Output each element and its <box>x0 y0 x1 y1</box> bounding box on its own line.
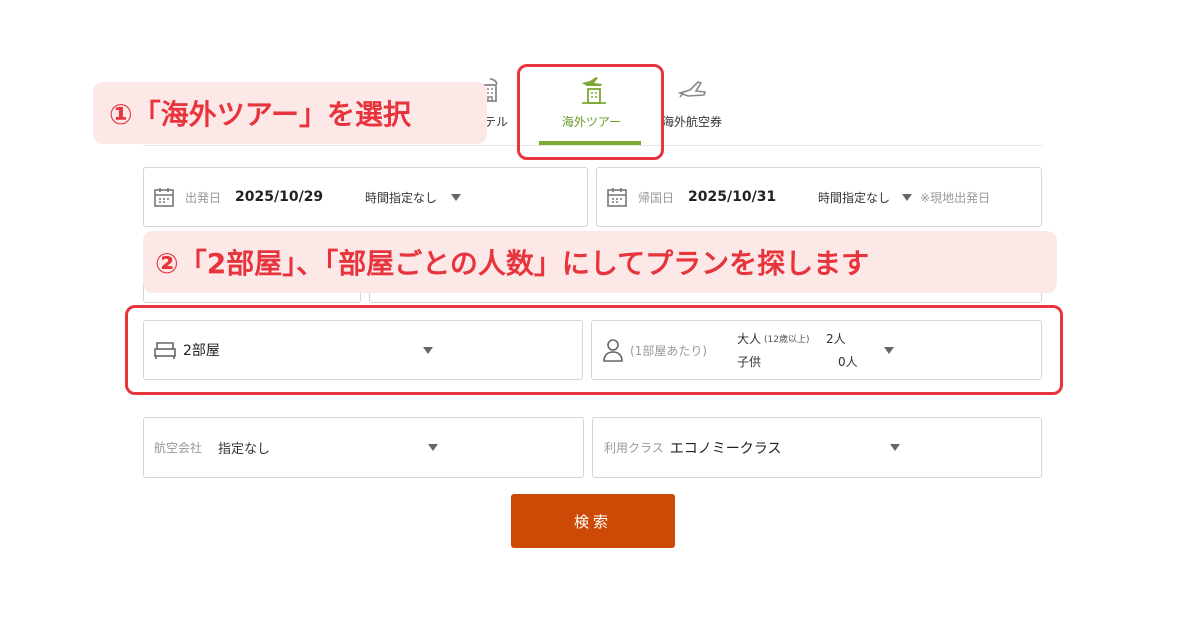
annotation-step2: ②「2部屋」、「部屋ごとの人数」にしてプランを探します <box>143 231 1057 293</box>
airplane-icon <box>676 75 708 109</box>
search-button[interactable]: 検索 <box>511 494 675 548</box>
departure-date-caption: 出発日 <box>185 190 222 205</box>
dropdown-triangle-icon <box>889 444 900 451</box>
airline-value: 指定なし <box>218 442 271 457</box>
calendar-icon <box>153 186 175 208</box>
airline-caption: 航空会社 <box>154 441 203 455</box>
return-date-value: 2025/10/31 <box>688 189 777 205</box>
tour-tab-highlight-box <box>517 64 664 160</box>
departure-date-value: 2025/10/29 <box>235 189 324 205</box>
seat-class-select[interactable]: 利用クラス エコノミークラス <box>592 417 1042 478</box>
annotation-step1-text: ①「海外ツアー」を選択 <box>109 98 412 131</box>
annotation-step1: ①「海外ツアー」を選択 <box>93 82 487 144</box>
rooms-guests-highlight-box <box>125 305 1063 395</box>
dropdown-triangle-icon <box>902 193 913 201</box>
return-date-caption: 帰国日 <box>638 190 675 205</box>
seat-class-caption: 利用クラス <box>604 441 664 455</box>
return-date-field[interactable]: 帰国日 2025/10/31 時間指定なし ※現地出発日 <box>596 167 1042 227</box>
calendar-icon <box>606 186 628 208</box>
dropdown-triangle-icon <box>428 444 439 451</box>
dropdown-triangle-icon <box>451 193 462 201</box>
search-button-label: 検索 <box>573 512 612 531</box>
departure-time-value: 時間指定なし <box>365 190 438 205</box>
annotation-step2-text: ②「2部屋」、「部屋ごとの人数」にしてプランを探します <box>155 247 870 280</box>
return-time-value: 時間指定なし <box>818 190 891 205</box>
return-date-note: ※現地出発日 <box>920 190 991 205</box>
seat-class-value: エコノミークラス <box>669 440 782 457</box>
departure-date-field[interactable]: 出発日 2025/10/29 時間指定なし <box>143 167 588 227</box>
airline-select[interactable]: 航空会社 指定なし <box>143 417 584 478</box>
